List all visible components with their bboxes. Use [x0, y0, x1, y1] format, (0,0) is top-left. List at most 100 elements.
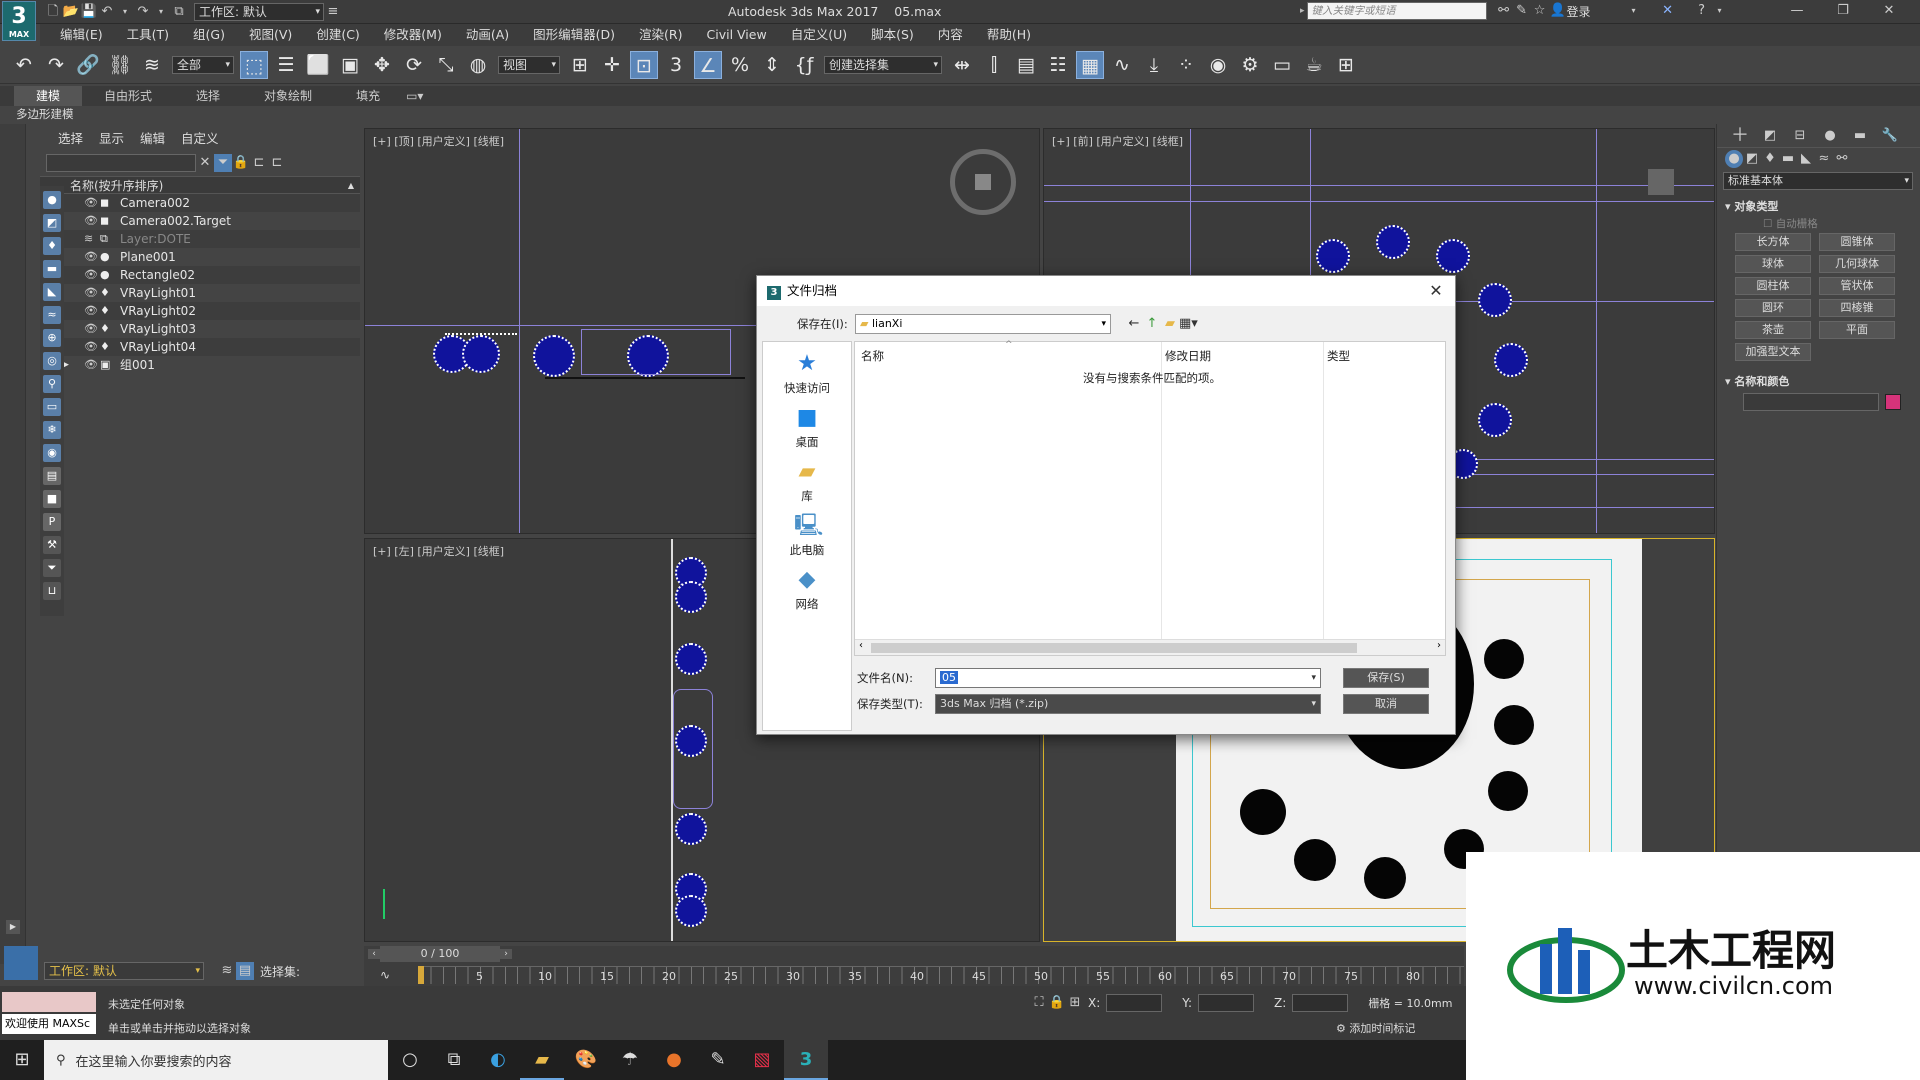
- filename-input[interactable]: 05 ▾: [935, 668, 1321, 688]
- display-frozen-icon[interactable]: ❄: [43, 421, 61, 439]
- create-tab-icon[interactable]: ＋: [1725, 126, 1755, 145]
- link-icon[interactable]: 🔗: [74, 51, 102, 79]
- display-all-icon[interactable]: ●: [43, 191, 61, 209]
- chevron-down-icon[interactable]: ▾: [1711, 2, 1729, 20]
- cortana-icon[interactable]: ○: [388, 1040, 432, 1080]
- select-object-icon[interactable]: ⬚: [240, 50, 268, 79]
- save-in-dropdown[interactable]: ▰ lianXi ▾: [855, 314, 1111, 334]
- unlink-icon[interactable]: ⛓: [106, 51, 134, 79]
- list-item[interactable]: 👁 ◼ Camera002.Target: [40, 212, 360, 230]
- time-slider[interactable]: 0 / 100: [380, 946, 500, 962]
- ribbon-options-icon[interactable]: ▭▾: [402, 86, 427, 106]
- menu-views[interactable]: 视图(V): [237, 24, 304, 46]
- tab-selection[interactable]: 选择: [174, 86, 242, 106]
- cylinder-button[interactable]: 圆柱体: [1735, 277, 1811, 295]
- open-file-icon[interactable]: 📂: [62, 3, 80, 21]
- eye-icon[interactable]: 👁: [84, 320, 98, 338]
- login-link[interactable]: 登录: [1567, 3, 1591, 20]
- column-date-modified[interactable]: 修改日期: [1165, 348, 1211, 364]
- list-item[interactable]: ≋ ⧉ Layer:DOTE: [40, 230, 360, 248]
- render-icon[interactable]: ☕: [1300, 51, 1328, 79]
- filter-icon[interactable]: ⏷: [214, 154, 232, 172]
- windows-start-icon[interactable]: ⊞: [0, 1040, 44, 1080]
- align-icon[interactable]: ⫿: [980, 51, 1008, 79]
- eye-icon[interactable]: 👁: [84, 302, 98, 320]
- display-bones-icon[interactable]: ▭: [43, 398, 61, 416]
- display-geometry-icon[interactable]: ◩: [43, 214, 61, 232]
- curve-editor-icon[interactable]: ∿: [1108, 51, 1136, 79]
- eye-icon[interactable]: 👁: [84, 284, 98, 302]
- maxscript-listener[interactable]: [2, 992, 96, 1012]
- sphere-button[interactable]: 球体: [1735, 255, 1811, 273]
- move-icon[interactable]: ✥: [368, 51, 396, 79]
- list-item[interactable]: 👁 ♦ VRayLight02: [40, 302, 360, 320]
- filetype-dropdown[interactable]: 3ds Max 归档 (*.zip) ▾: [935, 694, 1321, 714]
- column-type[interactable]: 类型: [1327, 348, 1350, 364]
- prev-frame-icon[interactable]: ‹: [368, 949, 380, 959]
- menu-civil-view[interactable]: Civil View: [695, 24, 779, 46]
- shapes-icon[interactable]: ◩: [1743, 150, 1761, 168]
- plane-button[interactable]: 平面: [1819, 321, 1895, 339]
- clear-icon[interactable]: ✕: [196, 154, 214, 172]
- layer-explorer-icon[interactable]: ☷: [1044, 51, 1072, 79]
- display-tab-icon[interactable]: ▬: [1845, 127, 1875, 145]
- place-icon[interactable]: ◍: [464, 51, 492, 79]
- teapot-button[interactable]: 茶壶: [1735, 321, 1811, 339]
- dope-sheet-icon[interactable]: ⤓: [1140, 51, 1168, 79]
- funnel-icon[interactable]: ⏷: [43, 559, 61, 577]
- menu-animation[interactable]: 动画(A): [454, 24, 521, 46]
- display-shapes-icon[interactable]: ♦: [43, 237, 61, 255]
- rollout-object-type[interactable]: ▾ 对象类型: [1717, 192, 1920, 216]
- sx-workspace-dropdown[interactable]: 工作区: 默认 ▾: [44, 962, 204, 980]
- undo-icon[interactable]: ↶: [10, 51, 38, 79]
- dropdown-icon[interactable]: ▾: [152, 3, 170, 21]
- material-editor-icon[interactable]: ◉: [1204, 51, 1232, 79]
- sx-search-input[interactable]: [46, 154, 196, 172]
- eye-icon[interactable]: 👁: [84, 356, 98, 374]
- user-icon[interactable]: 👤: [1549, 2, 1567, 20]
- file-explorer-icon[interactable]: ▰: [520, 1040, 564, 1080]
- close-icon[interactable]: ✕: [1866, 2, 1912, 20]
- edit-named-sel-icon[interactable]: {ƒ: [790, 51, 818, 79]
- reference-coord-dropdown[interactable]: 视图 ▾: [498, 55, 560, 74]
- list-item[interactable]: 👁 ♦ VRayLight01: [40, 284, 360, 302]
- help-search-input[interactable]: 键入关键字或短语: [1306, 2, 1487, 20]
- pyramid-button[interactable]: 四棱锥: [1819, 299, 1895, 317]
- rect-selection-icon[interactable]: ⬜: [304, 51, 332, 79]
- rotate-icon[interactable]: ⟳: [400, 51, 428, 79]
- torus-button[interactable]: 圆环: [1735, 299, 1811, 317]
- eye-icon[interactable]: 👁: [84, 212, 98, 230]
- maximize-icon[interactable]: ❐: [1820, 2, 1866, 20]
- sx-tab-display[interactable]: 显示: [91, 129, 132, 149]
- task-view-icon[interactable]: ⧉: [432, 1040, 476, 1080]
- view-menu-icon[interactable]: ▦▾: [1179, 315, 1198, 333]
- firefox-icon[interactable]: ●: [652, 1040, 696, 1080]
- chevron-down-icon[interactable]: ▾: [1625, 2, 1643, 20]
- basket-icon[interactable]: ⊔: [43, 582, 61, 600]
- list-item[interactable]: 👁 ● Plane001: [40, 248, 360, 266]
- autogrid-checkbox[interactable]: ☐ 自动栅格: [1717, 216, 1920, 231]
- back-icon[interactable]: ←: [1125, 315, 1143, 333]
- help-icon[interactable]: ?: [1693, 2, 1711, 20]
- cone-button[interactable]: 圆锥体: [1819, 233, 1895, 251]
- viewport-top-label[interactable]: [+] [顶] [用户定义] [线框]: [373, 133, 504, 149]
- display-lights-icon[interactable]: ▬: [43, 260, 61, 278]
- viewport-left-label[interactable]: [+] [左] [用户定义] [线框]: [373, 543, 504, 559]
- new-file-icon[interactable]: 🗋: [44, 3, 62, 21]
- next-frame-icon[interactable]: ›: [500, 949, 512, 959]
- edge-icon[interactable]: ◐: [476, 1040, 520, 1080]
- percent-snap-icon[interactable]: %: [726, 51, 754, 79]
- scene-explorer-icon[interactable]: ▤: [1012, 51, 1040, 79]
- pivot-center-icon[interactable]: ⊞: [566, 51, 594, 79]
- menu-customize[interactable]: 自定义(U): [779, 24, 859, 46]
- menu-graph-editors[interactable]: 图形编辑器(D): [521, 24, 627, 46]
- sx-tab-edit[interactable]: 编辑: [132, 129, 173, 149]
- render-setup-icon[interactable]: ⚙: [1236, 51, 1264, 79]
- display-cameras-icon[interactable]: ◣: [43, 283, 61, 301]
- list-item[interactable]: 👁 ● Rectangle02: [40, 266, 360, 284]
- cancel-button[interactable]: 取消: [1343, 694, 1429, 714]
- binoculars-icon[interactable]: ⚯: [1495, 2, 1513, 20]
- time-tag-icon[interactable]: ⚙: [1336, 1022, 1346, 1035]
- hierarchy-tab-icon[interactable]: ⊟: [1785, 127, 1815, 145]
- column-name[interactable]: 名称: [861, 348, 884, 364]
